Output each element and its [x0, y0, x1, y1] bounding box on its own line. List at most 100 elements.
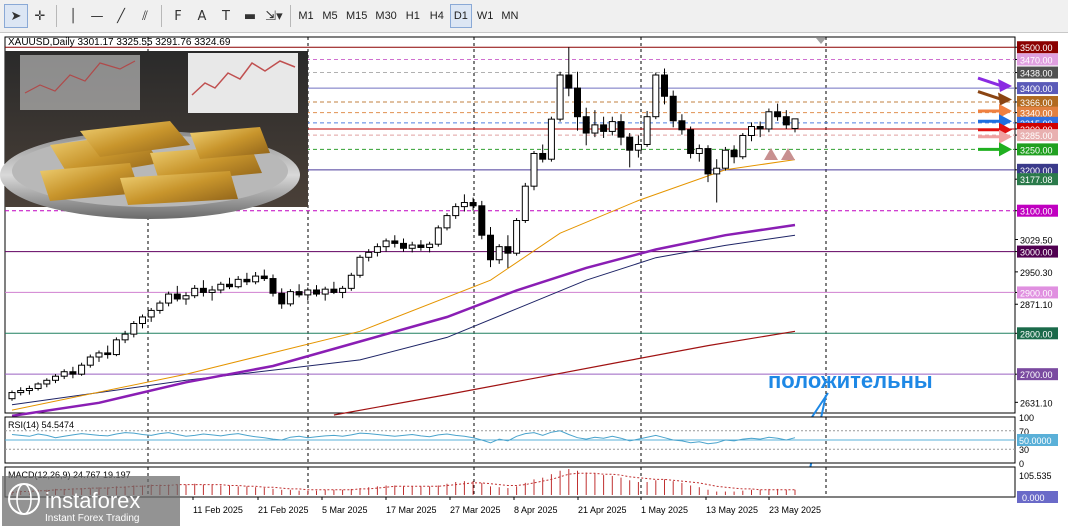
candle [165, 291, 173, 307]
candle [269, 274, 277, 297]
symbol-info: XAUUSD,Daily 3301.17 3325.55 3291.76 332… [8, 37, 231, 48]
candle [417, 240, 425, 251]
rectangle-tool-icon[interactable]: ▬ [238, 4, 262, 28]
candle-body [521, 185, 529, 222]
shift-marker-icon[interactable] [816, 38, 826, 44]
time-tick-label: 11 Feb 2025 [193, 505, 243, 515]
candle-body [652, 74, 660, 118]
candle [643, 110, 651, 147]
arrows-tool-icon[interactable]: ⇲▾ [262, 4, 286, 28]
gold-bars-photo [0, 51, 308, 219]
candle-body [69, 371, 77, 375]
candle [504, 235, 512, 268]
candle-body [95, 352, 103, 358]
candle-body [626, 136, 634, 151]
candle [173, 285, 181, 302]
terminal-window: ➤ ✛ │ — ╱ ⫽ F A T ▬ ⇲▾ M1 M5 M15 M30 H1 H4 D1 W1 MN [0, 0, 1068, 527]
ma-slow-line [11, 234, 796, 406]
fibonacci-tool-icon[interactable]: F [166, 4, 190, 28]
ma-200-line [333, 330, 796, 416]
timeframe-d1-button[interactable]: D1 [449, 4, 472, 28]
candle-body [791, 118, 799, 129]
candle-body [313, 289, 320, 295]
candle [365, 249, 373, 262]
horizontal-line-tool-icon[interactable]: — [85, 4, 109, 28]
candle-body [643, 116, 651, 145]
candle [574, 71, 581, 131]
candle [25, 385, 33, 395]
candle-body [426, 243, 434, 248]
candle [208, 285, 216, 301]
candle [330, 281, 338, 295]
candle [791, 118, 799, 133]
cursor-tool-icon[interactable]: ➤ [4, 4, 28, 28]
candle [226, 277, 233, 290]
trendline-tool-icon[interactable]: ╱ [109, 4, 133, 28]
candle [382, 238, 390, 252]
price-tick-label: 3029.50 [1020, 236, 1053, 246]
candle [478, 200, 486, 240]
candle [95, 350, 103, 362]
candle [426, 241, 434, 253]
price-tick-label: 2871.10 [1020, 300, 1053, 310]
time-tick-label: 5 Mar 2025 [322, 505, 368, 515]
price-badge-label: 2800.00 [1020, 329, 1053, 339]
candle [339, 285, 347, 299]
rsi-tick-label: 30 [1019, 445, 1029, 455]
price-axis: 3500.003470.003438.003400.003366.003340.… [1015, 41, 1058, 408]
candle-body [417, 244, 425, 248]
price-badge-label: 3470.00 [1020, 55, 1053, 65]
candle-body [321, 288, 329, 295]
candle-body [173, 293, 181, 300]
price-badge-label: 3438.00 [1020, 69, 1053, 79]
candle-body [713, 167, 721, 175]
candle [713, 159, 721, 203]
timeframe-h4-button[interactable]: H4 [426, 4, 448, 28]
candle-body [156, 302, 164, 311]
candle-body [34, 383, 42, 389]
rsi-label: RSI(14) 54.5474 [8, 420, 74, 430]
candle-body [687, 129, 695, 154]
candle-body [43, 379, 51, 385]
timeframe-m5-button[interactable]: M5 [319, 4, 341, 28]
candle [582, 107, 590, 146]
candle [321, 286, 329, 301]
price-badge-label: 3250.00 [1020, 145, 1053, 155]
candle-body [25, 387, 33, 392]
crosshair-tool-icon[interactable]: ✛ [28, 4, 52, 28]
timeframe-mn-button[interactable]: MN [498, 4, 521, 28]
candle-body [547, 118, 555, 160]
candle [469, 197, 477, 211]
timeframe-m15-button[interactable]: M15 [343, 4, 370, 28]
candle-body [260, 275, 268, 280]
candle-body [765, 111, 773, 130]
candle-body [678, 120, 686, 131]
candle [295, 284, 303, 298]
candle-body [339, 287, 347, 293]
timeframe-m1-button[interactable]: M1 [295, 4, 317, 28]
candle-body [165, 293, 173, 304]
candle [443, 213, 451, 231]
candle-body [78, 364, 86, 375]
text-tool-icon[interactable]: A [190, 4, 214, 28]
channel-tool-icon[interactable]: ⫽ [133, 4, 157, 28]
text-label-tool-icon[interactable]: T [214, 4, 238, 28]
vertical-line-tool-icon[interactable]: │ [61, 4, 85, 28]
candle-body [347, 274, 355, 289]
candle-body [130, 322, 138, 335]
price-badge-label: 3366.00 [1020, 98, 1053, 108]
candle [748, 122, 755, 142]
candle-body [286, 291, 294, 305]
candle [156, 300, 164, 314]
rsi-tick-label: 0 [1019, 459, 1024, 469]
candle-body [278, 292, 286, 305]
candle-body [574, 87, 581, 118]
candle-body [408, 244, 416, 249]
candle [130, 321, 138, 338]
timeframe-w1-button[interactable]: W1 [474, 4, 497, 28]
timeframe-m30-button[interactable]: M30 [372, 4, 399, 28]
timeframe-h1-button[interactable]: H1 [402, 4, 424, 28]
candle [721, 146, 729, 171]
price-chart[interactable]: 3500.003470.003438.003400.003366.003340.… [0, 33, 1068, 527]
candle-body [748, 126, 755, 136]
